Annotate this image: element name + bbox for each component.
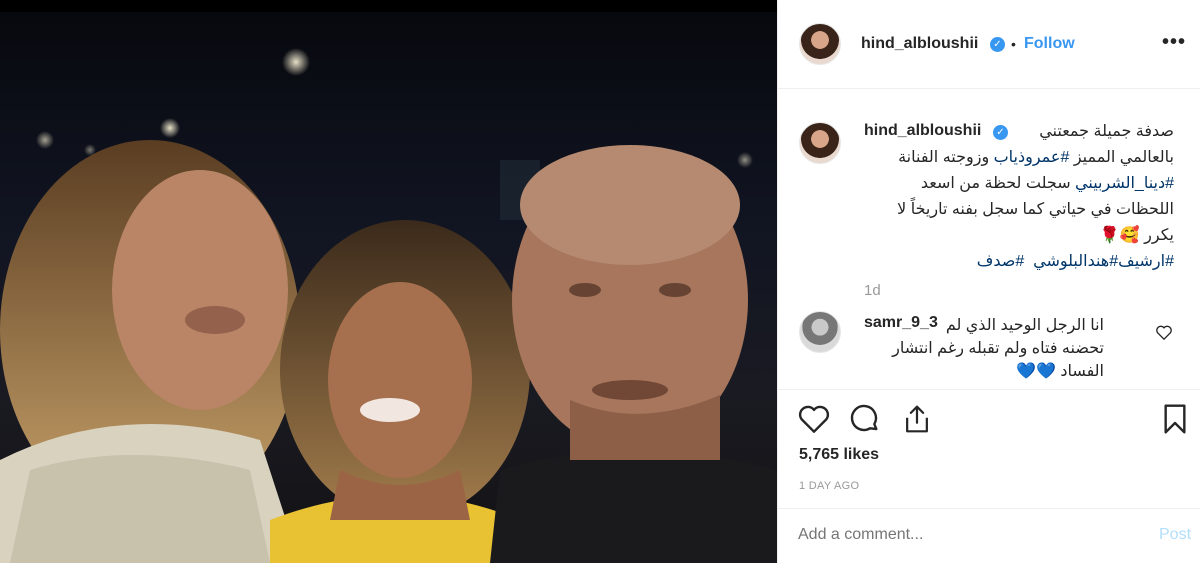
comment-line-1: انا الرجل الوحيد الذي لم <box>945 317 1104 334</box>
post-sidebar: hind_albloushii ✓ • Follow ••• hind_albl… <box>777 0 1200 563</box>
comment-line-3: الفساد 💙💙 <box>864 360 1104 383</box>
hashtag-archive[interactable]: #ارشيف <box>1118 253 1174 270</box>
post-date[interactable]: 1 DAY AGO <box>799 480 859 492</box>
post-header: hind_albloushii ✓ • Follow ••• <box>778 0 1200 89</box>
comment-text: انا الرجل الوحيد الذي لم تحضنه فتاه ولم … <box>864 314 1104 383</box>
caption-time-ago[interactable]: 1d <box>864 282 881 299</box>
separator-dot: • <box>1011 36 1016 52</box>
follow-button[interactable]: Follow <box>1024 35 1075 53</box>
caption-line-1: صدفة جميلة جمعتني <box>1039 123 1174 140</box>
caption-line-5-text: يكرر <box>1144 227 1174 244</box>
comment-line-3-text: الفساد <box>1060 363 1104 380</box>
caption-line-3-rest: سجلت لحظة من اسعد <box>920 175 1076 192</box>
caption-emojis: 🥰🌹 <box>1099 227 1140 244</box>
comment-input[interactable] <box>798 522 1128 548</box>
comment-line-2: تحضنه فتاه ولم تقبله رغم انتشار <box>892 340 1104 357</box>
comment-icon[interactable] <box>849 403 881 435</box>
bookmark-icon[interactable] <box>1163 403 1187 435</box>
caption-text: صدفة جميلة جمعتني بالعالمي المميز #عمروذ… <box>864 119 1174 275</box>
comments-scroll-area[interactable]: hind_albloushii ✓ صدفة جميلة جمعتني بالع… <box>778 89 1200 389</box>
caption-line-2-rest: وزوجته الفنانة <box>898 149 994 166</box>
more-options-icon[interactable]: ••• <box>1162 31 1186 54</box>
heart-icon[interactable] <box>798 404 830 434</box>
share-icon[interactable] <box>902 403 932 435</box>
hashtag-hind-albloushi[interactable]: #هندالبلوشي <box>1033 253 1118 270</box>
caption-line-2-text: بالعالمي المميز <box>1069 149 1174 166</box>
caption-line-3: #دينا_الشربيني سجلت لحظة من اسعد <box>864 171 1174 197</box>
post-comment-button[interactable]: Post <box>1159 526 1191 544</box>
likes-count[interactable]: 5,765 likes <box>799 446 879 464</box>
post-photo[interactable] <box>0 0 777 563</box>
author-avatar[interactable] <box>799 23 841 65</box>
author-username[interactable]: hind_albloushii <box>861 35 978 53</box>
post-actions: 5,765 likes 1 DAY AGO Post <box>778 389 1200 561</box>
hashtag-amr-diab[interactable]: #عمروذياب <box>994 149 1070 166</box>
instagram-post-view: hind_albloushii ✓ • Follow ••• hind_albl… <box>0 0 1200 563</box>
hashtag-dina-elsherbiny[interactable]: #دينا_الشربيني <box>1075 175 1174 192</box>
heart-outline-icon[interactable] <box>1156 325 1172 340</box>
caption-author-avatar[interactable] <box>799 122 841 164</box>
verified-badge-icon: ✓ <box>990 37 1005 52</box>
comment-emojis: 💙💙 <box>1016 363 1056 380</box>
commenter-avatar[interactable] <box>799 311 841 353</box>
hashtag-sudaf[interactable]: #صدف <box>977 253 1024 270</box>
photo-illustration <box>0 48 777 563</box>
caption-line-2: بالعالمي المميز #عمروذياب وزوجته الفنانة <box>864 145 1174 171</box>
add-comment-bar: Post <box>778 508 1200 562</box>
caption-line-4: اللحظات في حياتي كما سجل بفنه تاريخاً لا <box>897 201 1174 218</box>
caption-line-6: #ارشيف#هندالبلوشي #صدف <box>864 249 1174 275</box>
caption-line-5: يكرر 🥰🌹 <box>864 223 1174 249</box>
